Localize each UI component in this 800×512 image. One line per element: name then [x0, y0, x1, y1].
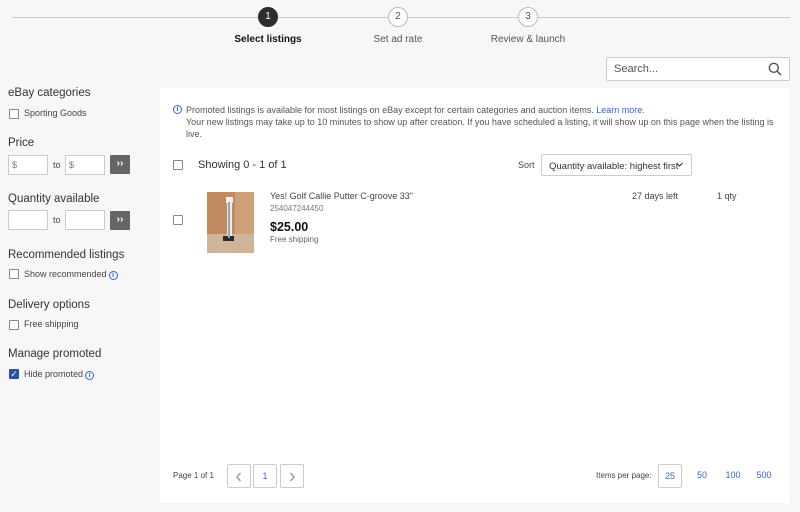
checkbox-label: Hide promoted i: [24, 369, 95, 380]
info-notice: i Promoted listings is available for mos…: [173, 104, 783, 140]
filter-title-delivery: Delivery options: [8, 299, 90, 311]
quantity-max-input[interactable]: [65, 210, 105, 230]
sort-value: Quantity available: highest first: [549, 161, 679, 172]
select-all-checkbox[interactable]: [173, 160, 183, 170]
filter-title-recommended: Recommended listings: [8, 249, 125, 261]
listing-title[interactable]: Yes! Golf Callie Putter C-groove 33": [270, 191, 413, 201]
listing-thumbnail[interactable]: [207, 192, 254, 253]
progress-stepper: 1 Select listings 2 Set ad rate 3 Review…: [0, 0, 800, 52]
step-select-listings[interactable]: 1 Select listings: [208, 7, 328, 45]
results-count: Showing 0 - 1 of 1: [198, 159, 287, 171]
show-recommended-label: Show recommended: [24, 269, 107, 279]
items-per-page-500[interactable]: 500: [751, 464, 777, 488]
price-apply-button[interactable]: ››: [110, 155, 130, 174]
filter-title-price: Price: [8, 137, 35, 149]
putter-image: [207, 192, 254, 253]
items-per-page-25[interactable]: 25: [658, 464, 682, 488]
quantity-min-input[interactable]: [8, 210, 48, 230]
filter-title-quantity: Quantity available: [8, 193, 100, 205]
search-box[interactable]: [606, 57, 790, 81]
chevron-right-icon: [289, 472, 295, 482]
search-input[interactable]: [614, 63, 764, 75]
hide-promoted-label: Hide promoted: [24, 369, 84, 379]
step-number: 1: [258, 7, 278, 27]
learn-more-link[interactable]: Learn more.: [596, 105, 645, 115]
step-label: Review & launch: [490, 34, 566, 45]
step-label: Select listings: [234, 34, 302, 45]
chevron-down-icon: [676, 162, 683, 167]
step-number: 3: [518, 7, 538, 27]
listing-quantity: 1 qty: [717, 191, 737, 201]
checkbox-sporting-goods[interactable]: [9, 109, 19, 119]
range-to-label: to: [53, 160, 61, 170]
prev-page-button[interactable]: [227, 464, 251, 488]
price-max-input[interactable]: [65, 155, 105, 175]
checkbox-hide-promoted[interactable]: ✓: [9, 369, 19, 379]
checkbox-label: Free shipping: [24, 319, 79, 329]
next-page-button[interactable]: [280, 464, 304, 488]
listings-panel: i Promoted listings is available for mos…: [160, 88, 790, 503]
filter-title-promoted: Manage promoted: [8, 348, 102, 360]
step-label: Set ad rate: [373, 34, 423, 45]
info-icon[interactable]: i: [85, 371, 95, 380]
quantity-apply-button[interactable]: ››: [110, 211, 130, 230]
step-number: 2: [388, 7, 408, 27]
sort-dropdown[interactable]: Quantity available: highest first: [541, 154, 692, 176]
listing-price: $25.00: [270, 220, 309, 234]
checkbox-free-shipping[interactable]: [9, 320, 19, 330]
items-per-page-100[interactable]: 100: [720, 464, 746, 488]
notice-line-2: Your new listings may take up to 10 minu…: [186, 117, 774, 139]
range-to-label: to: [53, 215, 61, 225]
step-review-launch[interactable]: 3 Review & launch: [468, 7, 588, 45]
items-per-page-50[interactable]: 50: [690, 464, 714, 488]
chevron-left-icon: [236, 472, 242, 482]
page-indicator: Page 1 of 1: [173, 471, 214, 480]
price-min-input[interactable]: [8, 155, 48, 175]
listing-checkbox[interactable]: [173, 215, 183, 225]
info-icon: i: [173, 105, 182, 114]
step-set-ad-rate[interactable]: 2 Set ad rate: [338, 7, 458, 45]
notice-line-1: Promoted listings is available for most …: [186, 105, 594, 115]
page-1-button[interactable]: 1: [253, 464, 277, 488]
notice-text: Promoted listings is available for most …: [186, 104, 783, 116]
checkbox-label: Show recommended i: [24, 269, 118, 280]
info-icon[interactable]: i: [108, 271, 118, 280]
search-icon[interactable]: [768, 62, 782, 76]
listing-id: 254047244450: [270, 204, 324, 213]
sort-label: Sort: [518, 160, 535, 170]
items-per-page-label: Items per page:: [596, 471, 652, 480]
filter-title-categories: eBay categories: [8, 87, 91, 99]
checkbox-show-recommended[interactable]: [9, 269, 19, 279]
checkbox-label: Sporting Goods: [24, 108, 87, 118]
listing-shipping: Free shipping: [270, 235, 319, 244]
listing-days-left: 27 days left: [632, 191, 679, 201]
